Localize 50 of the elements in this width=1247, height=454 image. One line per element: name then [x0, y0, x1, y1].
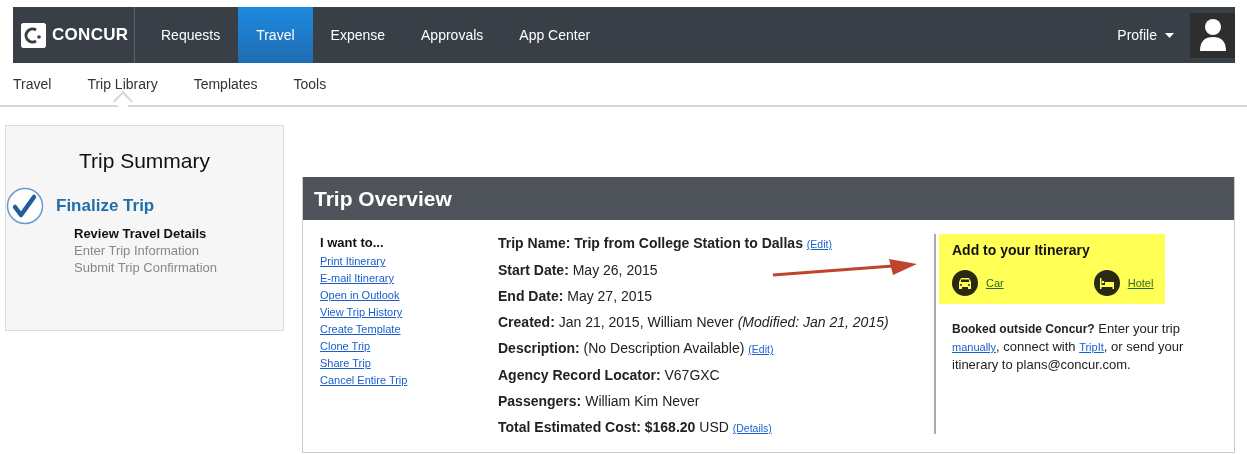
stage-title: Finalize Trip [56, 195, 155, 218]
nav-tab[interactable]: Travel [238, 7, 313, 63]
avatar-button[interactable] [1190, 12, 1235, 58]
edit-link[interactable]: (Details) [732, 422, 772, 435]
add-car-link[interactable]: Car [952, 270, 1004, 297]
logo-icon [21, 22, 46, 48]
detail-text: Trip Name: Trip from College Station to Dallas [498, 235, 803, 252]
detail-text: Created: Jan 21, 2015, William Never (Modified: Jan 21, 2015) [498, 314, 889, 331]
action-link[interactable]: E-mail Itinerary [320, 270, 394, 288]
nav-tab[interactable]: App Center [501, 7, 609, 63]
action-link[interactable]: Share Trip [320, 355, 371, 373]
car-icon [952, 270, 978, 297]
nav-tab[interactable]: Approvals [403, 7, 502, 63]
profile-menu[interactable]: Profile [1117, 7, 1174, 63]
bed-icon [1093, 270, 1120, 297]
detail-text: Start Date: May 26, 2015 [498, 262, 658, 279]
action-link[interactable]: Print Itinerary [320, 253, 386, 271]
detail-text: End Date: May 27, 2015 [498, 288, 653, 305]
action-link[interactable]: Create Template [320, 321, 401, 339]
action-link[interactable]: Clone Trip [320, 338, 371, 356]
brand-name[interactable]: CONCUR [52, 22, 129, 48]
link-label: Hotel [1127, 275, 1154, 291]
nav-tab[interactable]: Expense [312, 7, 404, 63]
add-hotel-link[interactable]: Hotel [1093, 270, 1154, 297]
detail-text: Passengers: William Kim Never [498, 393, 700, 410]
edit-link[interactable]: (Edit) [806, 238, 832, 251]
section-heading: I want to... [320, 234, 385, 252]
edit-link[interactable]: (Edit) [748, 343, 774, 356]
subnav-tab[interactable]: Templates [193, 73, 258, 95]
booked-outside-text: Booked outside Concur? Enter your trip manually, connect with TripIt, or send your itinerary to plans@concur.com. [951, 320, 1185, 374]
link-label: Car [986, 275, 1004, 291]
detail-text: Total Estimated Cost: $168.20 USD [498, 419, 729, 436]
step-label: Submit Trip Confirmation [74, 259, 219, 277]
caret-icon [1165, 32, 1174, 38]
action-link[interactable]: Cancel Entire Trip [320, 372, 408, 390]
detail-text: Agency Record Locator: V67GXC [498, 367, 720, 384]
panel-header: Trip Overview [303, 177, 1234, 221]
text-link[interactable]: manually [952, 341, 997, 354]
action-link[interactable]: Open in Outlook [320, 287, 400, 305]
subnav-tab[interactable]: Tools [293, 73, 327, 95]
step-label: Review Travel Details [74, 225, 208, 243]
subnav-tab[interactable]: Trip Library [87, 73, 158, 95]
text-link[interactable]: TripIt [1079, 341, 1104, 354]
action-link[interactable]: View Trip History [320, 304, 403, 322]
step-label: Enter Trip Information [74, 242, 200, 260]
panel-title: Trip Summary [77, 148, 212, 174]
detail-text: Description: (No Description Available) [498, 340, 745, 357]
box-heading: Add to your Itinerary [952, 241, 1091, 261]
nav-tab[interactable]: Requests [143, 7, 239, 63]
subnav-tab[interactable]: Travel [13, 73, 52, 95]
